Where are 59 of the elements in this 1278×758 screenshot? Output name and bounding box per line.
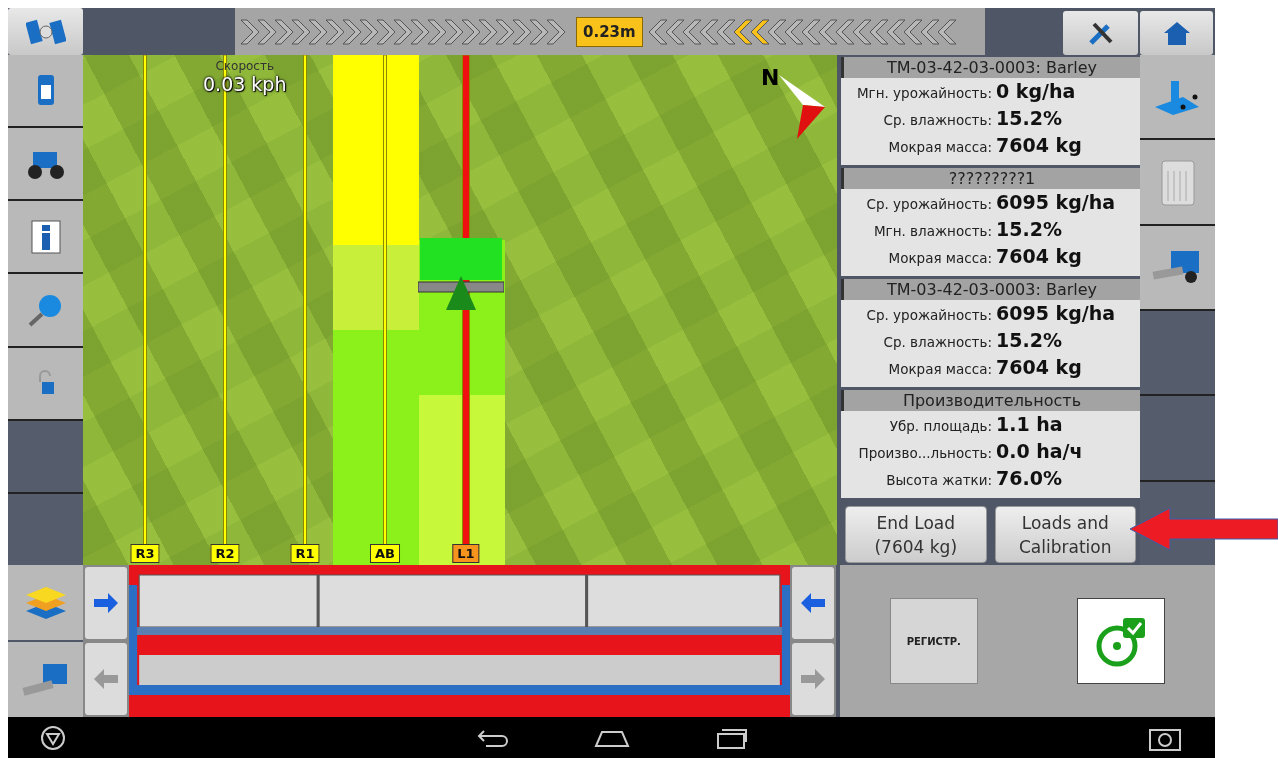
stat-value: 6095 kg/ha <box>996 191 1117 213</box>
offset-reading: 0.23m <box>576 16 643 47</box>
tools-button[interactable] <box>1063 11 1138 55</box>
stat-label: Убр. площадь: <box>888 418 993 434</box>
stat-label: Мокрая масса: <box>887 361 993 377</box>
stat-label: Произво...льность: <box>857 445 993 461</box>
stat-value: 15.2% <box>996 218 1063 240</box>
record-button[interactable] <box>1077 598 1166 684</box>
shift-left-button[interactable] <box>792 567 834 639</box>
right-arrow-icon <box>92 591 120 615</box>
tractor-button[interactable] <box>8 128 83 200</box>
compass-arrow-icon <box>777 73 827 139</box>
stat-label: Мгн. урожайность: <box>855 85 993 101</box>
menu-icon[interactable] <box>40 724 66 751</box>
right-arrow-icon <box>799 667 827 691</box>
vehicle-button[interactable] <box>8 55 83 127</box>
register-button[interactable]: РЕГИСТР. <box>889 598 978 684</box>
info-button[interactable] <box>8 201 83 273</box>
guidance-line-label: R3 <box>130 544 160 563</box>
stat-label: Ср. урожайность: <box>865 196 993 212</box>
layers-button[interactable] <box>8 565 83 640</box>
home-icon <box>1162 20 1191 46</box>
panel-title: TM-03-42-03-0003: Barley <box>841 57 1140 78</box>
satellite-button[interactable] <box>8 8 83 55</box>
shift-right-button[interactable] <box>85 567 127 639</box>
stat-value: 15.2% <box>996 329 1063 351</box>
stat-value: 76.0% <box>996 467 1063 489</box>
guidance-line-label: R2 <box>210 544 240 563</box>
header-view-button[interactable] <box>8 642 83 717</box>
panel-title: ?????????1 <box>841 168 1140 189</box>
stat-value: 6095 kg/ha <box>996 302 1117 324</box>
stat-value: 0 kg/ha <box>996 80 1077 102</box>
stat-label: Мгн. влажность: <box>872 223 993 239</box>
stat-value: 0.0 ha/ч <box>996 440 1084 462</box>
lock-button[interactable] <box>8 347 83 419</box>
panel-button[interactable]: End Load (7604 kg) <box>845 506 987 563</box>
stat-label: Ср. урожайность: <box>865 307 993 323</box>
stat-value: 7604 kg <box>996 356 1083 378</box>
left-arrow-icon <box>799 591 827 615</box>
panel-title: Производительность <box>841 390 1140 411</box>
stat-value: 7604 kg <box>996 134 1083 156</box>
stat-value: 1.1 ha <box>996 413 1064 435</box>
info-icon <box>30 219 61 254</box>
stat-label: Мокрая масса: <box>887 139 993 155</box>
stat-label: Ср. влажность: <box>882 334 993 350</box>
combine-button[interactable] <box>1140 225 1215 309</box>
panel-button[interactable]: Loads and Calibration <box>994 506 1136 563</box>
left-arrow-icon <box>92 667 120 691</box>
guidance-line-label: L1 <box>452 544 480 563</box>
guidance-line-label: R1 <box>290 544 320 563</box>
stat-label: Ср. влажность: <box>882 112 993 128</box>
stat-value: 15.2% <box>996 107 1063 129</box>
stat-label: Мокрая масса: <box>887 250 993 266</box>
home-button[interactable] <box>1140 11 1213 55</box>
stat-value: 7604 kg <box>996 245 1083 267</box>
stat-label: Высота жатки: <box>885 472 993 488</box>
compass-north: N <box>761 65 780 90</box>
panel-title: TM-03-42-03-0003: Barley <box>841 279 1140 300</box>
guidance-line-label: AB <box>370 544 400 563</box>
